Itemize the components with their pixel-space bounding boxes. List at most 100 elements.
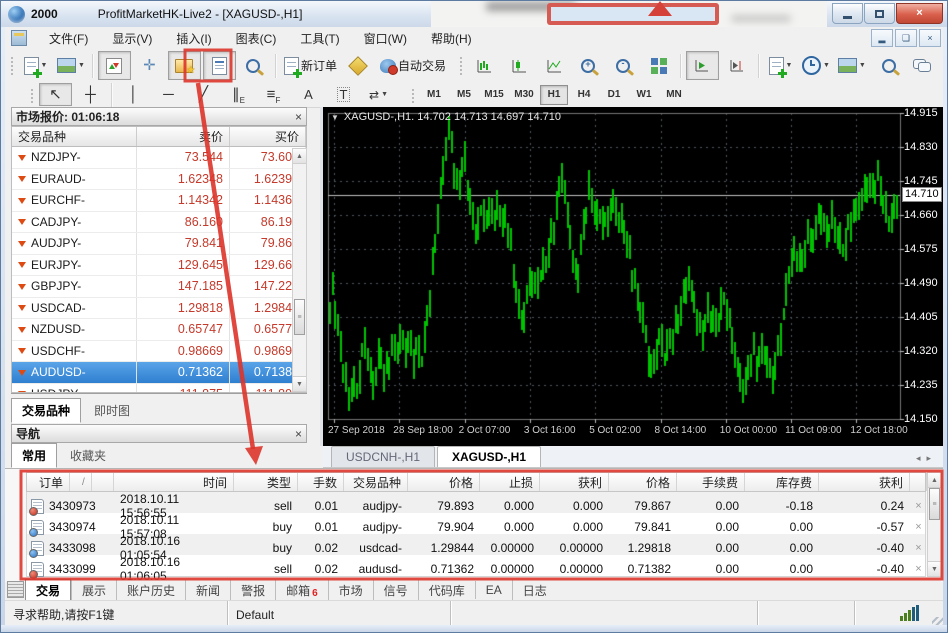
mdi-close-button[interactable]: × (919, 29, 941, 47)
market-watch-row[interactable]: NZDJPY- 73.544 73.601 (12, 147, 306, 169)
time-axis[interactable]: 27 Sep 2018 28 Sep 18:00 2 Oct 07:00 3 Oct … (323, 425, 908, 441)
text-tool-button[interactable]: A (292, 83, 325, 106)
zoom-in-button[interactable]: + (573, 51, 606, 80)
order-row[interactable]: 3433099 2018.10.16 01:06:05 sell 0.02 au… (27, 555, 925, 583)
price-axis[interactable]: 14.710 14.915 14.830 14.745 14.660 14.575 14.… (902, 107, 945, 425)
market-watch-tab[interactable]: 即时图 (83, 398, 141, 423)
indicators-button[interactable]: ▼ (764, 51, 797, 80)
tile-windows-button[interactable] (643, 51, 676, 80)
market-watch-row[interactable]: USDCAD- 1.29818 1.29843 (12, 297, 306, 319)
order-column[interactable]: 订单 / (27, 473, 114, 491)
titlebar[interactable]: 2000 ProfitMarketHK-Live2 - [XAGUSD-,H1]… (1, 1, 947, 28)
new-chart-button[interactable]: ▼ (19, 51, 52, 80)
fibonacci-button[interactable]: ≡ F (257, 83, 290, 106)
navigator-toggle[interactable] (167, 51, 201, 80)
candlestick-button[interactable] (503, 51, 536, 80)
scroll-up-icon[interactable]: ▲ (928, 473, 941, 488)
close-panel-icon[interactable]: × (295, 110, 302, 124)
market-watch-row[interactable]: GBPJPY- 147.185 147.221 (12, 276, 306, 298)
timeframe-button[interactable]: H4 (570, 85, 598, 105)
swap-column[interactable]: 库存费 (745, 473, 819, 491)
strategy-tester-button[interactable] (238, 51, 271, 80)
market-watch-row[interactable]: USDJPY- 111.875 111.894 (12, 383, 306, 392)
market-watch-toggle[interactable] (97, 51, 131, 80)
chart-tab[interactable]: USDCNH-,H1 (331, 446, 436, 467)
vertical-line-button[interactable]: │ (117, 83, 150, 106)
timeframe-button[interactable]: M15 (480, 85, 508, 105)
timeframe-button[interactable]: H1 (540, 84, 568, 105)
status-profile[interactable]: Default (228, 601, 451, 628)
chat-icon[interactable] (913, 59, 931, 72)
toolbar-grip[interactable] (457, 54, 463, 77)
symbol-column-header[interactable]: 交易品种 (12, 127, 137, 146)
market-watch-row[interactable]: AUDUSD- 0.71362 0.71382 (12, 362, 306, 384)
menu-item[interactable]: 文件(F) (37, 27, 100, 50)
order-row[interactable]: 3433098 2018.10.16 01:05:54 buy 0.02 usd… (27, 534, 925, 562)
cursor-tool-button[interactable]: ↖ (39, 83, 72, 106)
close-order-button[interactable]: × (910, 555, 927, 583)
data-window-button[interactable]: ✛ (133, 51, 166, 80)
market-watch-scrollbar[interactable]: ▲ ≡ ▼ (292, 148, 307, 392)
market-watch-row[interactable]: CADJPY- 86.160 86.197 (12, 211, 306, 233)
time-column[interactable]: 时间 (114, 473, 234, 491)
toolbar-grip[interactable] (29, 86, 34, 103)
close-button[interactable]: × (896, 3, 943, 24)
sl-column[interactable]: 止损 (480, 473, 540, 491)
menu-item[interactable]: 窗口(W) (352, 27, 419, 50)
lots-column[interactable]: 手数 (298, 473, 344, 491)
trendline-button[interactable]: ╱ (187, 83, 220, 106)
terminal-scrollbar[interactable]: ▲ ≡ ▼ (927, 472, 942, 577)
mdi-minimize-button[interactable]: ▂ (871, 29, 893, 47)
new-order-button[interactable]: 新订单 (281, 51, 340, 80)
templates-button[interactable]: ▼ (835, 51, 869, 80)
terminal-tab[interactable]: 展示 (71, 579, 116, 601)
search-icon[interactable] (882, 58, 896, 73)
periods-button[interactable]: ▼ (799, 51, 833, 80)
text-label-button[interactable]: T (327, 83, 360, 106)
menu-item[interactable]: 工具(T) (288, 27, 351, 50)
navigator-tab[interactable]: 常用 (11, 443, 58, 468)
market-watch-row[interactable]: EURAUD- 1.62348 1.62391 (12, 168, 306, 190)
chart-shift-button[interactable] (721, 51, 754, 80)
market-watch-column-header[interactable]: 交易品种 卖价 买价 (11, 126, 307, 147)
tp-column[interactable]: 获利 (540, 473, 609, 491)
market-watch-row[interactable]: EURJPY- 129.645 129.667 (12, 254, 306, 276)
menu-item[interactable]: 图表(C) (224, 27, 289, 50)
scrollbar-thumb[interactable]: ≡ (929, 488, 940, 520)
menu-item[interactable]: 显示(V) (100, 27, 164, 50)
terminal-tab[interactable]: 交易 (25, 578, 72, 602)
order-row[interactable]: 3430974 2018.10.11 15:57:08 buy 0.01 aud… (27, 513, 925, 541)
menu-item[interactable]: 插入(I) (164, 27, 223, 50)
timeframe-button[interactable]: D1 (600, 85, 628, 105)
line-chart-button[interactable] (538, 51, 571, 80)
terminal-tab[interactable]: 代码库 (417, 579, 475, 601)
menu-item[interactable]: 帮助(H) (419, 27, 484, 50)
market-watch-row[interactable]: EURCHF- 1.14342 1.14368 (12, 190, 306, 212)
arrows-tool-button[interactable]: ⇄ ▼ (362, 83, 395, 106)
timeframe-button[interactable]: W1 (630, 85, 658, 105)
terminal-tab[interactable]: 邮箱 6 (275, 579, 328, 601)
price-chart[interactable] (323, 107, 945, 446)
chart-symbol-dropdown-icon[interactable]: ▼ (331, 113, 339, 122)
terminal-tab[interactable]: 日志 (511, 579, 557, 601)
restore-button[interactable] (864, 3, 895, 24)
close-panel-icon[interactable]: × (295, 427, 302, 441)
bid-column-header[interactable]: 卖价 (137, 127, 230, 146)
market-watch-row[interactable]: AUDJPY- 79.841 79.867 (12, 233, 306, 255)
timeframe-button[interactable]: M5 (450, 85, 478, 105)
symbol-column[interactable]: 交易品种 (344, 473, 408, 491)
scrollbar-thumb[interactable]: ≡ (294, 299, 305, 335)
terminal-tab[interactable]: 账户历史 (116, 579, 185, 601)
scroll-down-icon[interactable]: ▼ (293, 376, 306, 391)
metaeditor-button[interactable] (342, 51, 375, 80)
terminal-tab[interactable]: EA (474, 581, 512, 599)
profiles-button[interactable]: ▼ (54, 51, 88, 80)
scroll-down-icon[interactable]: ▼ (928, 561, 941, 576)
timeframe-button[interactable]: M1 (420, 85, 448, 105)
mdi-restore-button[interactable]: ❏ (895, 29, 917, 47)
toolbar-grip[interactable] (9, 54, 14, 77)
bar-chart-button[interactable] (468, 51, 501, 80)
zoom-out-button[interactable]: - (608, 51, 641, 80)
tab-scroll-arrows[interactable]: ◂▸ (916, 453, 937, 464)
price-column[interactable]: 价格 (609, 473, 677, 491)
